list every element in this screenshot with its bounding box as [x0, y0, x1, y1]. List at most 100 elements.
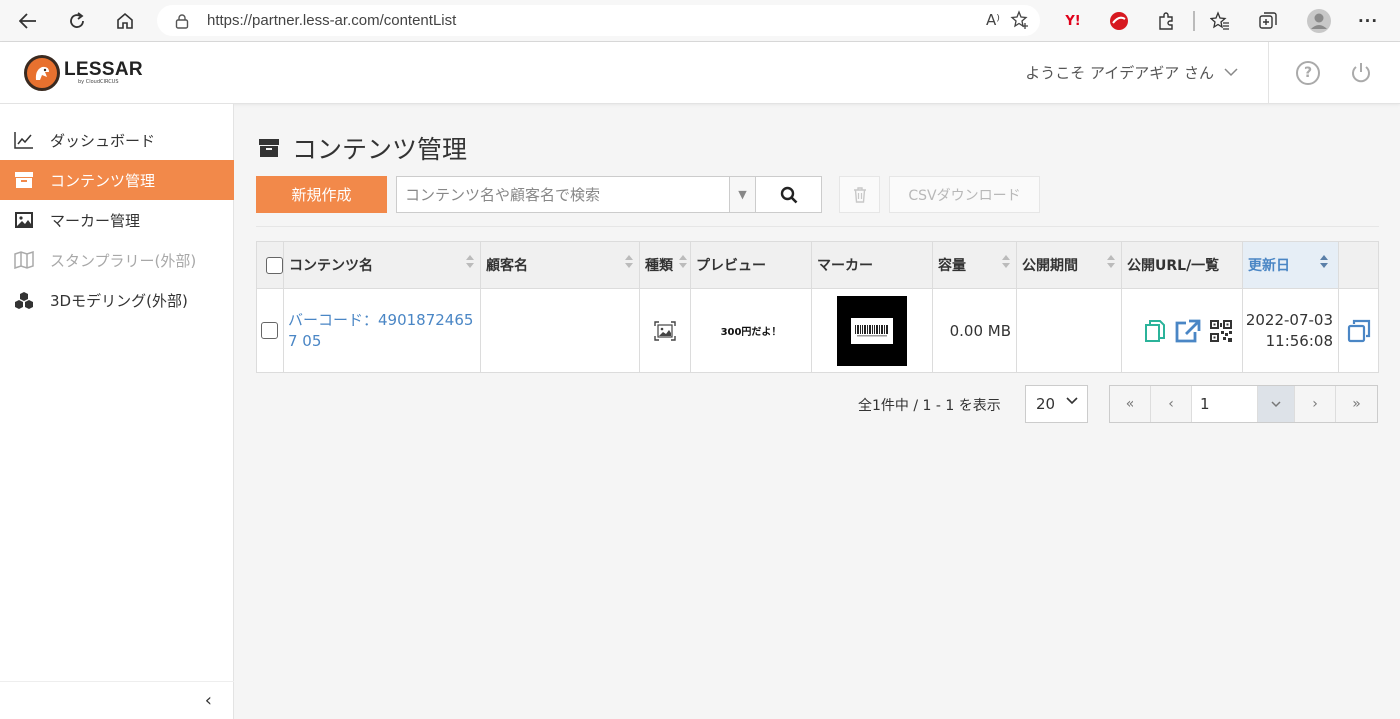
preview-cell: 300円だよ！	[691, 289, 812, 372]
content-name-link[interactable]: バーコード：49018724657 05	[284, 310, 474, 352]
yahoo-extension-icon[interactable]: Y!	[1061, 7, 1085, 35]
external-link-icon[interactable]	[1175, 319, 1201, 343]
back-icon[interactable]	[10, 5, 46, 37]
preview-text[interactable]: 300円だよ！	[721, 323, 782, 338]
customer-cell	[481, 289, 640, 372]
copy-icon[interactable]	[1144, 319, 1166, 343]
row-checkbox[interactable]	[261, 322, 278, 339]
sidebar-item-label: ダッシュボード	[50, 131, 156, 150]
help-icon[interactable]: ?	[1296, 61, 1320, 85]
row-select-cell	[257, 289, 284, 372]
read-aloud-icon[interactable]: A⁾	[986, 11, 1000, 29]
table-row: バーコード：49018724657 05 300円だよ！ 0.00 MB 202…	[257, 289, 1378, 372]
welcome-text: ようこそ アイデアギア さん	[1025, 64, 1214, 82]
sidebar-item-dashboard[interactable]: ダッシュボード	[0, 120, 234, 160]
search-input[interactable]: コンテンツ名や顧客名で検索	[396, 176, 730, 213]
archive-icon	[259, 139, 279, 157]
page-dropdown-button[interactable]	[1258, 386, 1295, 422]
app-header: LESSAR by CloudCIRCUS ようこそ アイデアギア さん ?	[0, 42, 1400, 104]
marker-cell	[812, 289, 933, 372]
column-header-marker: マーカー	[812, 242, 933, 288]
sidebar-collapse[interactable]: ‹	[0, 681, 234, 719]
profile-avatar-icon[interactable]	[1305, 7, 1333, 35]
public-url-cell	[1122, 289, 1243, 372]
logout-power-icon[interactable]	[1349, 61, 1373, 85]
toolbar-divider	[256, 226, 1379, 227]
sidebar-item-markers[interactable]: マーカー管理	[0, 200, 234, 240]
delete-button[interactable]	[839, 176, 880, 213]
user-menu[interactable]: ようこそ アイデアギア さん	[1025, 62, 1238, 83]
column-header-name[interactable]: コンテンツ名	[284, 242, 481, 288]
select-all-cell	[257, 242, 284, 288]
cubes-icon	[14, 290, 34, 310]
type-cell	[640, 289, 691, 372]
trend-micro-extension-icon[interactable]	[1108, 7, 1130, 35]
qr-code-icon[interactable]	[1210, 319, 1232, 342]
collections-icon[interactable]	[1257, 7, 1279, 35]
chart-line-icon	[14, 130, 34, 150]
search-dropdown-icon[interactable]: ▼	[730, 176, 756, 213]
page-title-text: コンテンツ管理	[292, 135, 468, 164]
sort-icon	[466, 255, 474, 268]
page-title: コンテンツ管理	[258, 130, 467, 166]
trash-icon	[853, 186, 866, 203]
sidebar-item-content[interactable]: コンテンツ管理	[0, 160, 234, 200]
column-header-actions	[1339, 242, 1378, 288]
column-header-public-url: 公開URL/一覧	[1122, 242, 1243, 288]
chevron-down-icon	[1066, 397, 1078, 405]
home-icon[interactable]	[107, 5, 143, 37]
updated-cell: 2022-07-03 11:56:08	[1243, 289, 1339, 372]
column-header-size[interactable]: 容量	[933, 242, 1017, 288]
column-header-customer[interactable]: 顧客名	[481, 242, 640, 288]
last-page-button[interactable]: »	[1336, 386, 1377, 422]
browser-toolbar: https://partner.less-ar.com/contentList …	[0, 0, 1400, 42]
sidebar-item-label: コンテンツ管理	[50, 171, 156, 190]
content-table: コンテンツ名 顧客名 種類 プレビュー マーカー 容量 公開期間 公開URL/一…	[256, 241, 1379, 373]
sidebar-item-label: 3Dモデリング(外部)	[50, 291, 188, 310]
pagination: « ‹ 1 › »	[1109, 385, 1378, 423]
column-header-updated[interactable]: 更新日	[1243, 242, 1339, 288]
select-all-checkbox[interactable]	[266, 256, 283, 274]
new-content-button[interactable]: 新規作成	[256, 176, 387, 213]
chevron-left-icon[interactable]: ‹	[205, 690, 212, 711]
duplicate-icon[interactable]	[1347, 319, 1371, 343]
address-bar[interactable]: https://partner.less-ar.com/contentList …	[157, 5, 1040, 36]
lock-icon	[175, 13, 189, 29]
map-icon	[14, 250, 34, 270]
content-name-cell: バーコード：49018724657 05	[284, 289, 481, 372]
favorites-icon[interactable]	[1209, 7, 1231, 35]
lessar-logo-icon	[24, 55, 60, 91]
sidebar-item-label: スタンプラリー(外部)	[50, 251, 197, 270]
marker-thumbnail[interactable]	[837, 295, 907, 366]
sort-icon	[679, 255, 687, 268]
column-header-period[interactable]: 公開期間	[1017, 242, 1122, 288]
column-header-type[interactable]: 種類	[640, 242, 691, 288]
image-icon	[654, 320, 676, 341]
sidebar: ダッシュボード コンテンツ管理 マーカー管理 スタンプラリー(外部) 3Dモデリ…	[0, 104, 234, 719]
reload-icon[interactable]	[59, 5, 95, 37]
toolbar-divider	[1193, 11, 1195, 31]
next-page-button[interactable]: ›	[1295, 386, 1336, 422]
lessar-logo[interactable]: LESSAR by CloudCIRCUS	[24, 55, 143, 91]
extensions-icon[interactable]	[1155, 7, 1177, 35]
logo-text: LESSAR	[64, 59, 143, 80]
search-button[interactable]	[756, 176, 822, 213]
prev-page-button[interactable]: ‹	[1151, 386, 1192, 422]
barcode-image	[851, 317, 893, 344]
sort-icon	[1002, 255, 1010, 268]
chevron-down-icon	[1271, 400, 1281, 407]
per-page-value: 20	[1036, 395, 1056, 413]
actions-cell	[1339, 289, 1378, 372]
csv-download-button[interactable]: CSVダウンロード	[889, 176, 1040, 213]
per-page-select[interactable]: 20	[1025, 385, 1088, 423]
sort-icon	[625, 255, 633, 268]
more-menu-icon[interactable]: ···	[1357, 7, 1379, 35]
header-divider	[1268, 42, 1269, 104]
first-page-button[interactable]: «	[1110, 386, 1151, 422]
sidebar-item-stamp-rally[interactable]: スタンプラリー(外部)	[0, 240, 234, 280]
sidebar-item-3d-modeling[interactable]: 3Dモデリング(外部)	[0, 280, 234, 320]
archive-icon	[14, 170, 34, 190]
page-number-input[interactable]: 1	[1192, 386, 1258, 422]
sort-icon	[1320, 255, 1328, 268]
favorite-add-icon[interactable]	[1010, 10, 1030, 30]
